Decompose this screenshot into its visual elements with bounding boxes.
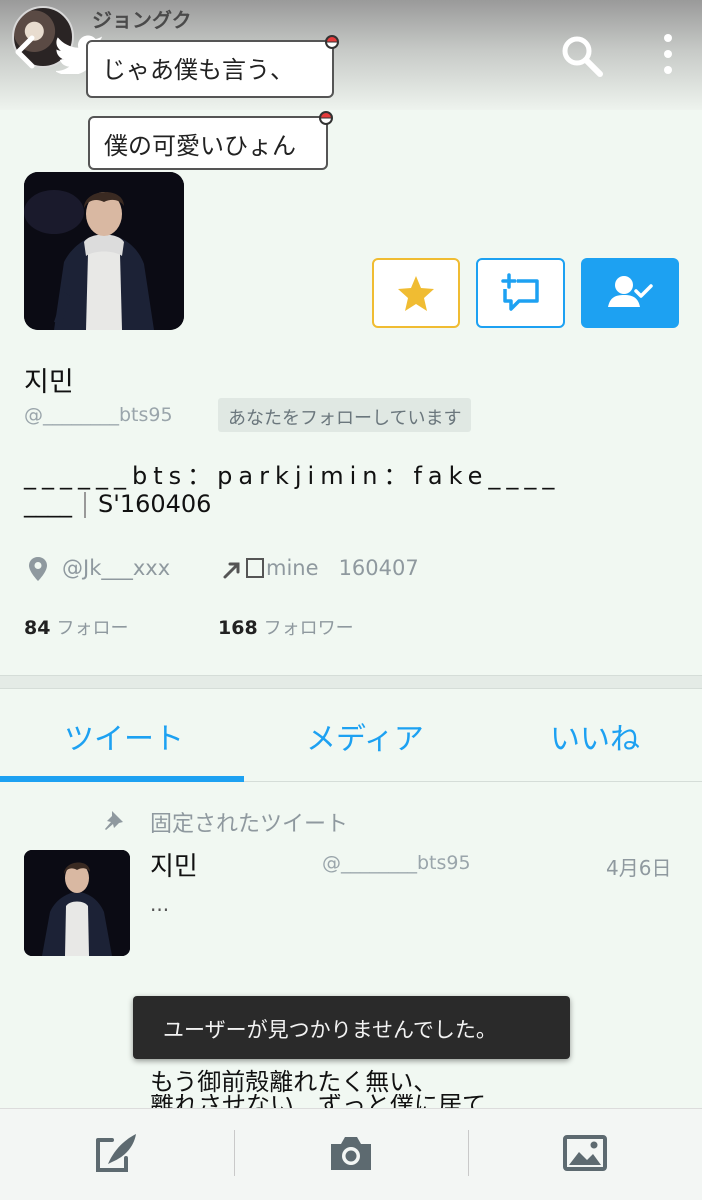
following-icon bbox=[608, 276, 653, 307]
image-icon[interactable] bbox=[562, 1132, 608, 1174]
tab-media[interactable]: メディア bbox=[306, 714, 424, 758]
profile-handle: @________bts95 bbox=[24, 404, 173, 426]
reply-icon bbox=[500, 273, 539, 311]
speech-bubble-1-text: じゃあ僕も言う、 bbox=[102, 56, 294, 84]
link-placeholder-glyph bbox=[246, 558, 264, 578]
tweet-date: 4月6日 bbox=[606, 856, 672, 880]
speech-bubble-1: じゃあ僕も言う、 bbox=[86, 35, 339, 98]
tweet-text-line-2-text: 離れさせない、ずっと僕に居て bbox=[150, 1094, 486, 1108]
profile-photo-image bbox=[24, 172, 184, 330]
tab-likes[interactable]: いいね bbox=[550, 714, 640, 758]
profile-joined: 160407 bbox=[338, 556, 419, 580]
tweet-author-handle: @________bts95 bbox=[322, 852, 471, 874]
profile-avatar[interactable] bbox=[24, 172, 184, 330]
location-icon bbox=[29, 557, 47, 581]
followers-count[interactable]: 168 フォロワー bbox=[218, 614, 354, 640]
section-divider bbox=[0, 675, 702, 689]
display-name: 지민 bbox=[24, 367, 74, 398]
tab-tweets[interactable]: ツイート bbox=[64, 714, 184, 758]
tweet-body: ... bbox=[150, 892, 170, 916]
toast-message: ユーザーが見つかりませんでした。 bbox=[163, 1018, 497, 1042]
link-icon bbox=[223, 562, 240, 579]
pin-icon bbox=[105, 811, 123, 830]
pokeball-icon bbox=[319, 111, 333, 125]
toast-notification: ユーザーが見つかりませんでした。 bbox=[133, 996, 570, 1059]
speech-bubble-2: 僕の可愛いひょん bbox=[88, 111, 333, 170]
following-count-label: フォロー bbox=[56, 618, 129, 639]
pokeball-icon bbox=[325, 35, 339, 49]
followers-count-value: 168 bbox=[218, 617, 258, 639]
more-icon[interactable] bbox=[656, 30, 680, 80]
bio-divider bbox=[84, 492, 86, 518]
star-icon bbox=[398, 276, 434, 311]
tweet-author-name: 지민 bbox=[150, 852, 198, 882]
pinned-tweet-label: 固定されたツイート bbox=[150, 812, 349, 837]
bio-line-2-prefix: ____ bbox=[24, 490, 72, 518]
speech-bubble-2-text: 僕の可愛いひょん bbox=[104, 132, 296, 160]
tweet-text-line-2: 離れさせない、ずっと僕に居て bbox=[150, 1094, 702, 1108]
following-count-value: 84 bbox=[24, 617, 51, 639]
bottom-bar-divider bbox=[468, 1130, 469, 1176]
followers-count-label: フォロワー bbox=[263, 618, 354, 639]
bottom-bar-divider bbox=[234, 1130, 235, 1176]
back-icon[interactable] bbox=[10, 34, 40, 70]
following-button[interactable] bbox=[581, 258, 679, 328]
bio-line-2-suffix: S'160406 bbox=[98, 490, 212, 518]
search-icon[interactable] bbox=[560, 34, 604, 78]
tab-selected-indicator bbox=[0, 776, 244, 782]
header-account-name: ジョングク bbox=[92, 8, 192, 32]
tweet-avatar[interactable] bbox=[24, 850, 130, 956]
following-count[interactable]: 84 フォロー bbox=[24, 614, 128, 640]
tweet-avatar-image bbox=[24, 850, 130, 956]
bio-line-1: ______bts：parkjimin：fake____ bbox=[24, 462, 561, 490]
favorite-button[interactable] bbox=[372, 258, 460, 328]
mention-button[interactable] bbox=[476, 258, 565, 328]
bio-line-2: ____ S'160406 bbox=[24, 490, 211, 518]
compose-icon[interactable] bbox=[94, 1132, 140, 1174]
profile-location: @Jk___xxx bbox=[62, 556, 171, 580]
tweet-text-line-1: もう御前殻離れたく無い、 bbox=[150, 1068, 438, 1096]
profile-link[interactable]: mine 160407 bbox=[246, 556, 419, 580]
camera-icon[interactable] bbox=[328, 1132, 374, 1174]
profile-link-text: mine bbox=[266, 556, 319, 580]
follows-you-badge: あなたをフォローしています bbox=[218, 398, 472, 432]
